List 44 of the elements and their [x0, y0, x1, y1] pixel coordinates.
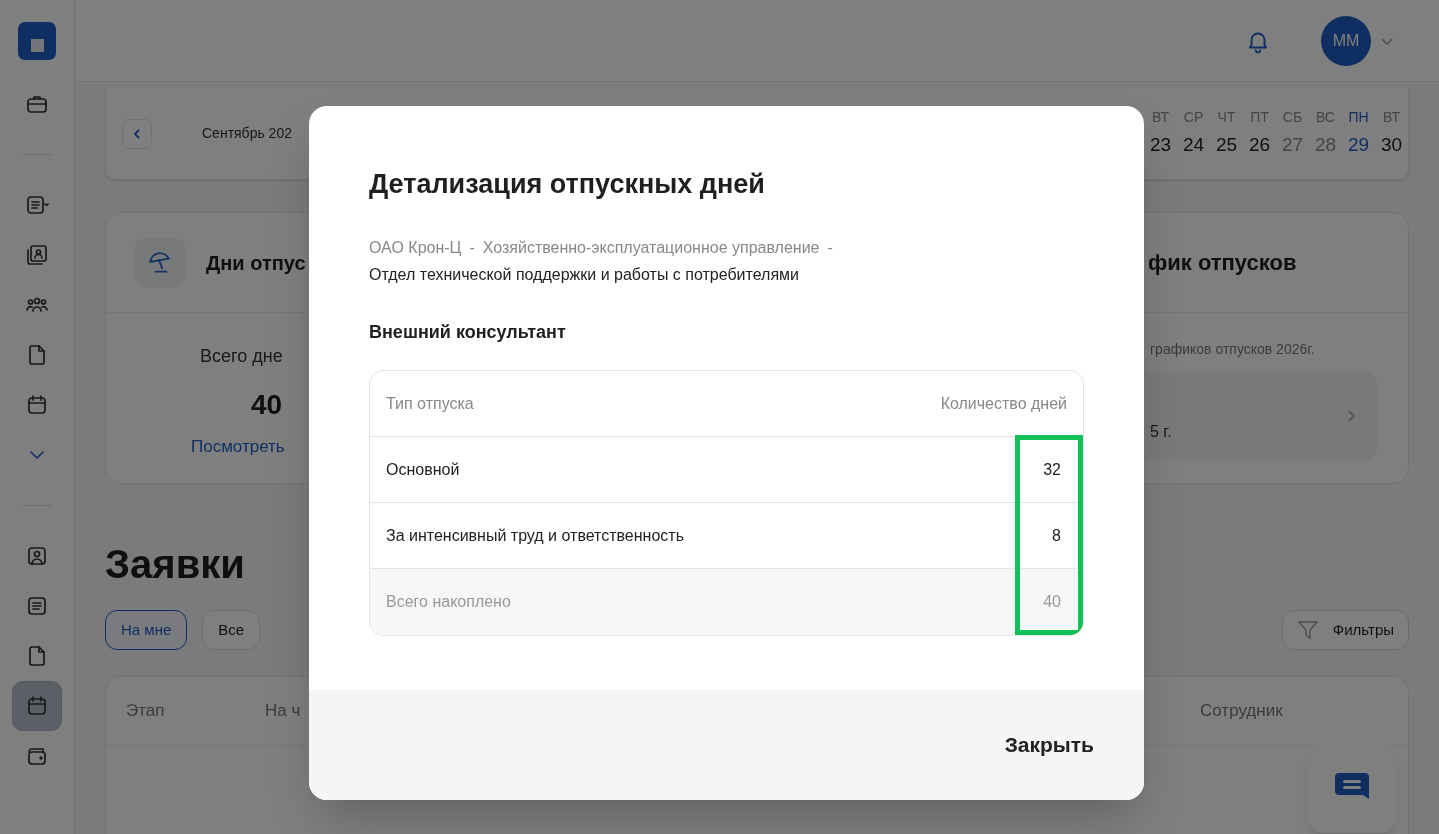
days-cell-text: 40 — [1043, 592, 1062, 612]
position-title: Внешний консультант — [369, 321, 567, 344]
column-header: Этап — [126, 700, 165, 723]
filter-tab[interactable]: Все — [202, 610, 261, 650]
close-button[interactable]: Закрыть — [1004, 729, 1094, 761]
day-cell[interactable]: ВС 28 — [1309, 107, 1342, 160]
day-cell[interactable]: ВТ 30 — [1375, 107, 1408, 160]
day-cell[interactable]: ЧТ 25 — [1210, 107, 1243, 160]
umbrella-icon — [135, 237, 185, 288]
section-title: Заявки — [105, 541, 246, 588]
user-avatar[interactable]: ММ — [1321, 15, 1371, 66]
day-cell[interactable]: ВТ 23 — [1144, 107, 1177, 160]
days-cell-text: 8 — [1052, 525, 1062, 546]
card-title: фик отпусков — [1148, 249, 1297, 277]
card-subtitle: графиков отпусков 2026г. — [1149, 340, 1316, 359]
column-header: Количество дней — [940, 393, 1067, 414]
column-header: На ч — [265, 700, 301, 723]
month-label: Сентябрь 202 — [202, 124, 292, 143]
previous-button[interactable] — [122, 118, 152, 149]
dialog-title: Детализация отпускных дней — [369, 168, 766, 200]
leave-type-cell-text: За интенсивный труд и ответственность — [386, 525, 684, 546]
day-cell[interactable]: СБ 27 — [1276, 107, 1309, 160]
chat-button[interactable] — [1307, 743, 1397, 833]
calendar-icon[interactable] — [13, 682, 61, 730]
chevron-right-icon — [1346, 408, 1356, 424]
filter-tab[interactable]: На мне — [105, 610, 188, 650]
leave-type-cell-text: Всего накоплено — [386, 592, 511, 612]
schedule-item-label: 5 г. — [1150, 422, 1172, 442]
day-cell[interactable]: СР 24 — [1177, 107, 1210, 160]
logo-icon[interactable] — [18, 22, 56, 60]
days-cell-text: 32 — [1043, 459, 1062, 480]
filter-icon — [1296, 620, 1319, 640]
filters-button[interactable]: Фильтры — [1281, 610, 1409, 650]
chevron-left-icon — [132, 127, 142, 140]
day-cell[interactable]: ПТ 26 — [1243, 107, 1276, 160]
organization-path: ОАО Крон-Ц - Хозяйственно-эксплуатационное управление - Отдел технической поддержки и работы с потребителями — [369, 238, 834, 285]
column-header: Сотрудник — [1200, 700, 1283, 723]
leave-type-cell-text: Основной — [386, 459, 460, 480]
column-header: Тип отпуска — [386, 393, 474, 414]
day-cell[interactable]: ПН 29 — [1342, 107, 1375, 160]
total-days-label: Всего дне — [200, 345, 283, 368]
view-link[interactable]: Посмотреть — [191, 434, 285, 460]
total-days-value: 40 — [251, 388, 283, 422]
card-title: Дни отпус — [206, 250, 306, 276]
